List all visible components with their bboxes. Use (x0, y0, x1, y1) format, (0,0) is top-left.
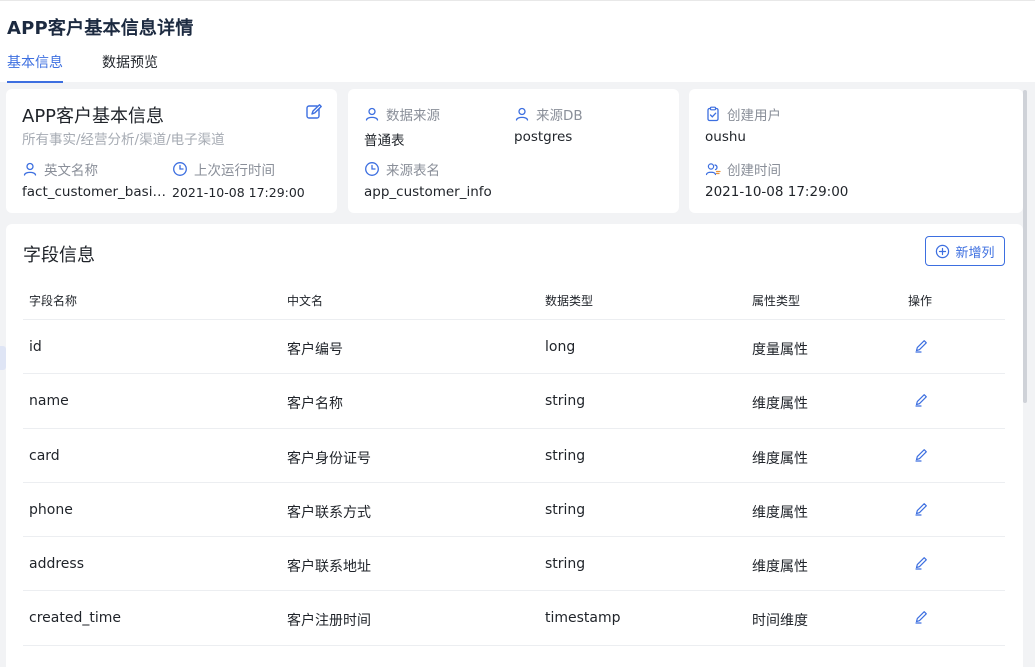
cell-attr-type: 维度属性 (752, 559, 808, 576)
tab-bar: 基本信息 数据预览 (0, 53, 1035, 83)
page-scrollbar[interactable] (1023, 90, 1027, 403)
cell-data-type: string (545, 501, 586, 518)
created-time-value: 2021-10-08 17:29:00 (705, 184, 849, 200)
section-title: 字段信息 (23, 245, 95, 266)
plus-circle-icon (936, 244, 950, 258)
cell-cn-name: 客户编号 (287, 342, 343, 358)
user-icon (23, 162, 37, 176)
column-header-field-name: 字段名称 (29, 294, 78, 308)
header: APP客户基本信息详情 基本信息 数据预览 (0, 0, 1035, 83)
pencil-icon (915, 448, 927, 462)
table-info-card: APP客户基本信息 所有事实/经营分析/渠道/电子渠道 英文名称 fact_cu… (6, 89, 337, 213)
user-icon (365, 107, 379, 121)
cell-field-name: id (29, 339, 42, 355)
creator-info-card: 创建用户 oushu 创建时间 2021-10-08 17:29:00 (689, 89, 1023, 213)
edit-row-button[interactable] (913, 501, 929, 517)
edit-row-button[interactable] (913, 609, 929, 625)
source-db-value: postgres (514, 129, 573, 145)
cell-cn-name: 客户注册时间 (287, 613, 371, 630)
table-row: id 客户编号 long 度量属性 (23, 320, 1005, 375)
creator-label: 创建用户 (705, 104, 781, 124)
column-header-attr-type: 属性类型 (752, 294, 801, 308)
source-table-label: 来源表名 (364, 159, 440, 179)
clock-icon (365, 162, 379, 176)
cell-attr-type: 时间维度 (752, 613, 808, 630)
english-name-value: fact_customer_basic... (22, 184, 172, 200)
tab-basic-info[interactable]: 基本信息 (7, 53, 63, 83)
cell-field-name: card (29, 447, 60, 464)
edit-square-icon (306, 104, 322, 119)
column-header-cn-name: 中文名 (287, 294, 324, 308)
edit-row-button[interactable] (913, 555, 929, 571)
edit-info-button[interactable] (305, 103, 323, 121)
pencil-icon (915, 340, 927, 353)
creator-value: oushu (705, 129, 746, 145)
cell-field-name: address (29, 556, 85, 573)
cell-attr-type: 维度属性 (752, 450, 808, 467)
column-header-data-type: 数据类型 (545, 294, 594, 308)
cell-attr-type: 维度属性 (752, 504, 808, 521)
table-row: created_time 客户注册时间 timestamp 时间维度 (23, 591, 1005, 646)
data-source-value: 普通表 (364, 133, 405, 149)
cell-cn-name: 客户身份证号 (287, 450, 371, 467)
table-row: card 客户身份证号 string 维度属性 (23, 429, 1005, 483)
cell-data-type: string (545, 556, 586, 573)
cell-attr-type: 维度属性 (752, 396, 808, 413)
table-header: 字段名称 中文名 数据类型 属性类型 操作 (23, 281, 1005, 320)
data-source-label: 数据来源 (364, 104, 440, 124)
page-title: APP客户基本信息详情 (7, 18, 194, 39)
source-info-card: 数据来源 普通表 来源DB postgres 来源表名 app_customer… (348, 89, 679, 213)
created-time-label: 创建时间 (705, 159, 781, 179)
cell-data-type: timestamp (545, 610, 621, 627)
clock-icon (173, 162, 187, 176)
last-run-value: 2021-10-08 17:29:00 (172, 185, 305, 200)
user-icon (515, 107, 529, 121)
cell-field-name: name (29, 393, 69, 410)
source-table-value: app_customer_info (364, 184, 492, 200)
cell-cn-name: 客户联系地址 (287, 559, 371, 576)
source-db-label: 来源DB (514, 104, 583, 124)
pencil-icon (915, 394, 927, 407)
fields-table: 字段名称 中文名 数据类型 属性类型 操作 id 客户编号 long 度量属性 … (23, 281, 1005, 646)
add-column-button[interactable]: 新增列 (925, 236, 1005, 266)
table-row: address 客户联系地址 string 维度属性 (23, 537, 1005, 592)
cell-data-type: long (545, 339, 576, 355)
edit-row-button[interactable] (913, 447, 929, 463)
cell-field-name: created_time (29, 610, 121, 627)
english-name-label: 英文名称 (22, 159, 98, 179)
edit-row-button[interactable] (913, 338, 929, 354)
fields-section: 字段信息 新增列 字段名称 中文名 数据类型 属性类型 操作 id 客户编号 l… (6, 224, 1023, 667)
pencil-icon (915, 502, 927, 516)
pencil-icon (915, 611, 927, 625)
last-run-label: 上次运行时间 (172, 159, 275, 179)
clipboard-icon (707, 106, 719, 122)
cell-cn-name: 客户联系方式 (287, 504, 371, 521)
catalog-path: 所有事实/经营分析/渠道/电子渠道 (22, 132, 225, 148)
table-row: name 客户名称 string 维度属性 (23, 374, 1005, 429)
edit-row-button[interactable] (913, 392, 929, 408)
pencil-icon (915, 557, 927, 570)
users-icon (705, 163, 721, 176)
table-display-name: APP客户基本信息 (22, 106, 165, 127)
cell-cn-name: 客户名称 (287, 396, 343, 413)
tab-data-preview[interactable]: 数据预览 (102, 53, 158, 83)
column-header-actions: 操作 (908, 294, 933, 308)
cell-field-name: phone (29, 501, 73, 518)
cell-attr-type: 度量属性 (752, 342, 808, 358)
cell-data-type: string (545, 447, 586, 464)
table-row: phone 客户联系方式 string 维度属性 (23, 483, 1005, 538)
cell-data-type: string (545, 393, 586, 410)
